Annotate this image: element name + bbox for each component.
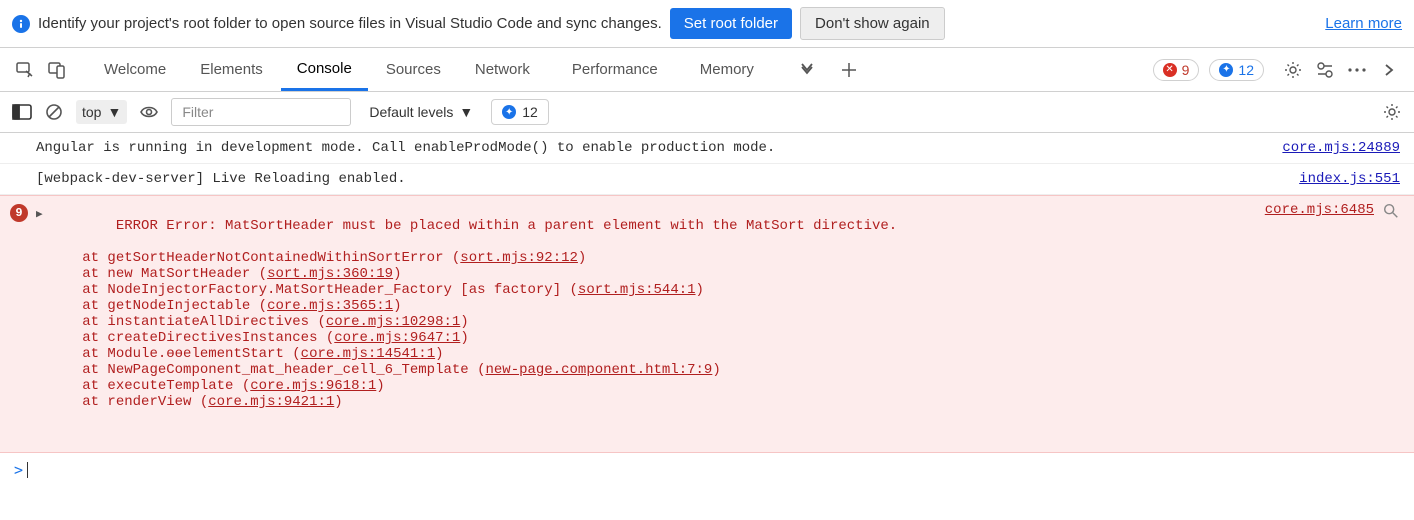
stack-line: at NodeInjectorFactory.MatSortHeader_Fac… (49, 282, 1265, 298)
log-text: [webpack-dev-server] Live Reloading enab… (36, 168, 1289, 190)
console-prompt[interactable]: > (0, 453, 1414, 487)
inspect-icon[interactable] (10, 55, 40, 85)
tab-welcome[interactable]: Welcome (88, 48, 182, 91)
info-text: Identify your project's root folder to o… (38, 15, 662, 32)
console-error-row: 9 ▶ ERROR Error: MatSortHeader must be p… (0, 195, 1414, 453)
learn-more-link[interactable]: Learn more (1325, 15, 1402, 32)
error-source-link[interactable]: core.mjs:6485 (1265, 202, 1374, 442)
devtools-tabs: Welcome Elements Console Sources Network… (0, 48, 1414, 92)
clear-console-icon[interactable] (44, 102, 64, 122)
stack-line: at Module.ɵɵelementStart (core.mjs:14541… (49, 346, 1265, 362)
more-tabs-icon[interactable] (792, 55, 822, 85)
sidebar-toggle-icon[interactable] (12, 104, 32, 120)
context-selector[interactable]: top ▼ (76, 100, 127, 124)
issue-count: 12 (1238, 62, 1254, 78)
context-label: top (82, 104, 101, 120)
stack-link[interactable]: sort.mjs:360:19 (267, 266, 393, 282)
issue-count-pill[interactable]: ✦12 (1209, 59, 1264, 81)
stack-line: at instantiateAllDirectives (core.mjs:10… (49, 314, 1265, 330)
error-count-pill[interactable]: ✕9 (1153, 59, 1200, 81)
close-panel-icon[interactable] (1374, 55, 1404, 85)
issues-chip[interactable]: ✦12 (491, 99, 549, 125)
tab-sources[interactable]: Sources (370, 48, 457, 91)
log-source-link[interactable]: core.mjs:24889 (1272, 137, 1400, 159)
stack-link[interactable]: sort.mjs:544:1 (578, 282, 696, 298)
log-text: Angular is running in development mode. … (36, 137, 1272, 159)
error-body: ERROR Error: MatSortHeader must be place… (49, 202, 1265, 442)
search-icon[interactable] (1382, 202, 1400, 220)
device-toggle-icon[interactable] (42, 55, 72, 85)
stack-line: at new MatSortHeader (sort.mjs:360:19) (49, 266, 1265, 282)
stack-line: at NewPageComponent_mat_header_cell_6_Te… (49, 362, 1265, 378)
console-log-row: [webpack-dev-server] Live Reloading enab… (0, 164, 1414, 195)
console-messages: Angular is running in development mode. … (0, 133, 1414, 487)
tab-memory[interactable]: Memory (684, 48, 770, 91)
stack-link[interactable]: sort.mjs:92:12 (460, 250, 578, 266)
stack-line: at createDirectivesInstances (core.mjs:9… (49, 330, 1265, 346)
prompt-symbol: > (14, 461, 23, 479)
tab-performance[interactable]: Performance (548, 48, 682, 91)
stack-link[interactable]: core.mjs:9618:1 (250, 378, 376, 394)
console-log-row: Angular is running in development mode. … (0, 133, 1414, 164)
stack-link[interactable]: core.mjs:14541:1 (301, 346, 435, 362)
info-bar: Identify your project's root folder to o… (0, 0, 1414, 48)
filter-input[interactable] (171, 98, 351, 126)
tab-elements[interactable]: Elements (184, 48, 279, 91)
set-root-button[interactable]: Set root folder (670, 8, 792, 39)
chevron-down-icon: ▼ (107, 104, 121, 120)
stack-link[interactable]: core.mjs:10298:1 (326, 314, 460, 330)
levels-label: Default levels (369, 104, 453, 120)
settings-icon[interactable] (1278, 55, 1308, 85)
error-count: 9 (1182, 62, 1190, 78)
customize-icon[interactable] (1310, 55, 1340, 85)
stack-line: at renderView (core.mjs:9421:1) (49, 394, 1265, 410)
info-icon (12, 15, 30, 33)
stack-line: at getSortHeaderNotContainedWithinSortEr… (49, 250, 1265, 266)
more-icon[interactable] (1342, 55, 1372, 85)
stack-link[interactable]: core.mjs:3565:1 (267, 298, 393, 314)
console-settings-icon[interactable] (1382, 102, 1402, 122)
dont-show-button[interactable]: Don't show again (800, 7, 945, 40)
stack-link[interactable]: core.mjs:9421:1 (208, 394, 334, 410)
log-source-link[interactable]: index.js:551 (1289, 168, 1400, 190)
stack-line: at executeTemplate (core.mjs:9618:1) (49, 378, 1265, 394)
error-badge: 9 (10, 204, 28, 222)
issues-chip-count: 12 (522, 104, 538, 120)
cursor (27, 462, 28, 478)
log-levels-selector[interactable]: Default levels ▼ (363, 100, 479, 124)
expand-stack-icon[interactable]: ▶ (36, 207, 43, 442)
tab-console[interactable]: Console (281, 48, 368, 91)
chevron-down-icon: ▼ (459, 104, 473, 120)
stack-link[interactable]: new-page.component.html:7:9 (486, 362, 713, 378)
stack-line: at getNodeInjectable (core.mjs:3565:1) (49, 298, 1265, 314)
new-tab-icon[interactable] (834, 55, 864, 85)
stack-link[interactable]: core.mjs:9647:1 (334, 330, 460, 346)
console-toolbar: top ▼ Default levels ▼ ✦12 (0, 92, 1414, 133)
live-expression-icon[interactable] (139, 105, 159, 119)
error-message: ERROR Error: MatSortHeader must be place… (116, 218, 897, 234)
tab-network[interactable]: Network (459, 48, 546, 91)
